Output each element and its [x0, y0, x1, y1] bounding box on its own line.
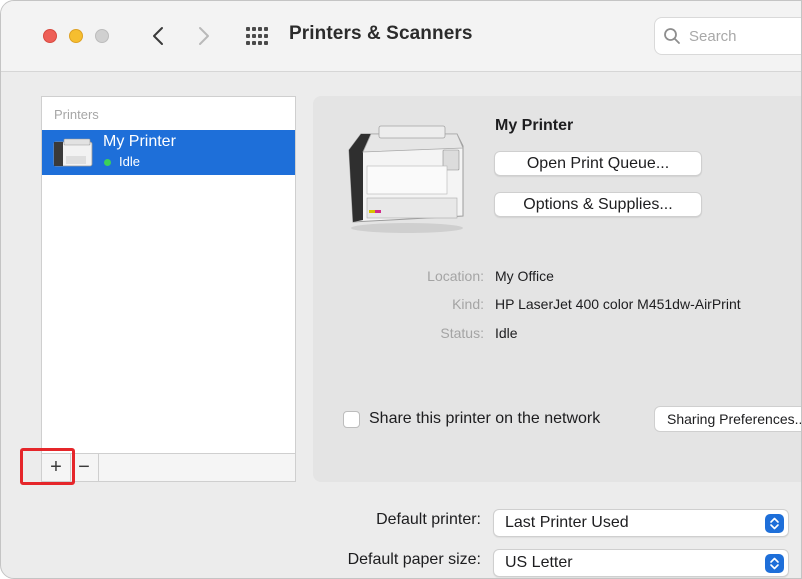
popup-arrows-icon	[765, 514, 784, 533]
printers-scanners-window: Printers & Scanners Search Printers My P…	[0, 0, 802, 579]
printer-list-item-name: My Printer	[103, 133, 176, 150]
title-bar: Printers & Scanners Search	[1, 1, 801, 72]
printer-name-heading: My Printer	[495, 117, 574, 134]
show-all-button[interactable]	[243, 23, 271, 49]
kind-label: Kind:	[452, 296, 484, 312]
status-label: Status:	[440, 325, 484, 341]
close-window-button[interactable]	[43, 29, 57, 43]
zoom-window-button[interactable]	[95, 29, 109, 43]
default-printer-label: Default printer:	[376, 511, 481, 528]
search-placeholder: Search	[689, 28, 737, 45]
forward-button[interactable]	[191, 23, 217, 49]
default-printer-value: Last Printer Used	[505, 514, 629, 531]
default-printer-popup[interactable]: Last Printer Used	[493, 509, 789, 537]
printer-image	[348, 125, 464, 233]
popup-arrows-icon	[765, 554, 784, 573]
default-paper-size-value: US Letter	[505, 554, 573, 571]
add-button-highlight	[20, 448, 75, 485]
default-paper-size-label: Default paper size:	[347, 551, 481, 568]
share-printer-checkbox[interactable]	[343, 411, 360, 428]
minimize-window-button[interactable]	[69, 29, 83, 43]
search-field[interactable]: Search	[654, 17, 801, 55]
share-printer-label[interactable]: Share this printer on the network	[369, 410, 600, 428]
printer-list-item[interactable]: My Printer Idle	[42, 130, 295, 175]
open-print-queue-button[interactable]: Open Print Queue...	[494, 151, 702, 176]
printer-list: Printers My Printer Idle	[41, 96, 296, 454]
grid-icon	[246, 27, 268, 45]
chevron-right-icon	[199, 27, 209, 45]
default-paper-size-popup[interactable]: US Letter	[493, 549, 789, 577]
options-supplies-button[interactable]: Options & Supplies...	[494, 192, 702, 217]
printer-thumbnail-icon	[53, 138, 93, 167]
search-icon	[664, 28, 680, 44]
kind-value: HP LaserJet 400 color M451dw-AirPrint	[495, 296, 741, 312]
status-value: Idle	[495, 325, 518, 341]
chevron-left-icon	[153, 27, 163, 45]
printer-list-header: Printers	[54, 107, 99, 122]
location-value: My Office	[495, 268, 554, 284]
back-button[interactable]	[145, 23, 171, 49]
window-title: Printers & Scanners	[289, 23, 473, 44]
status-dot-icon	[104, 159, 111, 166]
location-label: Location:	[427, 268, 484, 284]
sharing-preferences-button[interactable]: Sharing Preferences...	[654, 406, 801, 432]
printer-list-item-status: Idle	[119, 154, 140, 169]
printer-list-toolbar: + −	[41, 454, 296, 482]
